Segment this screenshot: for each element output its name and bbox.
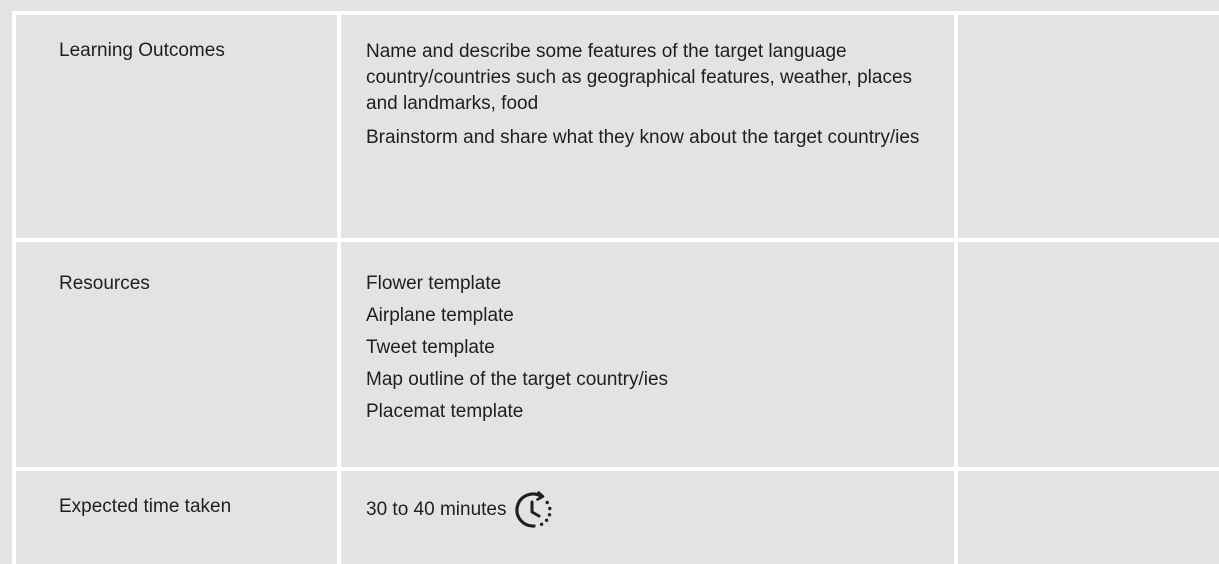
learning-outcomes-label: Learning Outcomes — [59, 40, 225, 61]
expected-time-label-cell: Expected time taken — [12, 467, 337, 564]
learning-outcome-item: Brainstorm and share what they know abou… — [366, 127, 920, 148]
resource-item: Airplane template — [366, 305, 514, 326]
resources-label: Resources — [59, 273, 150, 294]
resource-item: Map outline of the target country/ies — [366, 369, 669, 390]
lesson-info-page: Learning Outcomes Name and describe some… — [0, 0, 1219, 564]
expected-time-content-cell: 30 to 40 minutes — [337, 467, 954, 564]
learning-outcomes-notes-cell — [954, 11, 1219, 238]
expected-time-notes-cell — [954, 467, 1219, 564]
resource-item: Placemat template — [366, 401, 524, 422]
clock-icon — [514, 490, 554, 530]
resource-item: Flower template — [366, 273, 502, 294]
learning-outcomes-content-cell: Name and describe some features of the t… — [337, 11, 954, 238]
lesson-info-table: Learning Outcomes Name and describe some… — [12, 11, 1219, 564]
learning-outcomes-label-cell: Learning Outcomes — [12, 11, 337, 238]
resources-label-cell: Resources — [12, 238, 337, 467]
resources-notes-cell — [954, 238, 1219, 467]
resources-content-cell: Flower template Airplane template Tweet … — [337, 238, 954, 467]
expected-time-label: Expected time taken — [59, 496, 232, 517]
resource-item: Tweet template — [366, 337, 495, 358]
expected-time-value: 30 to 40 minutes — [366, 499, 507, 520]
learning-outcome-item: Name and describe some features of the t… — [366, 41, 913, 114]
